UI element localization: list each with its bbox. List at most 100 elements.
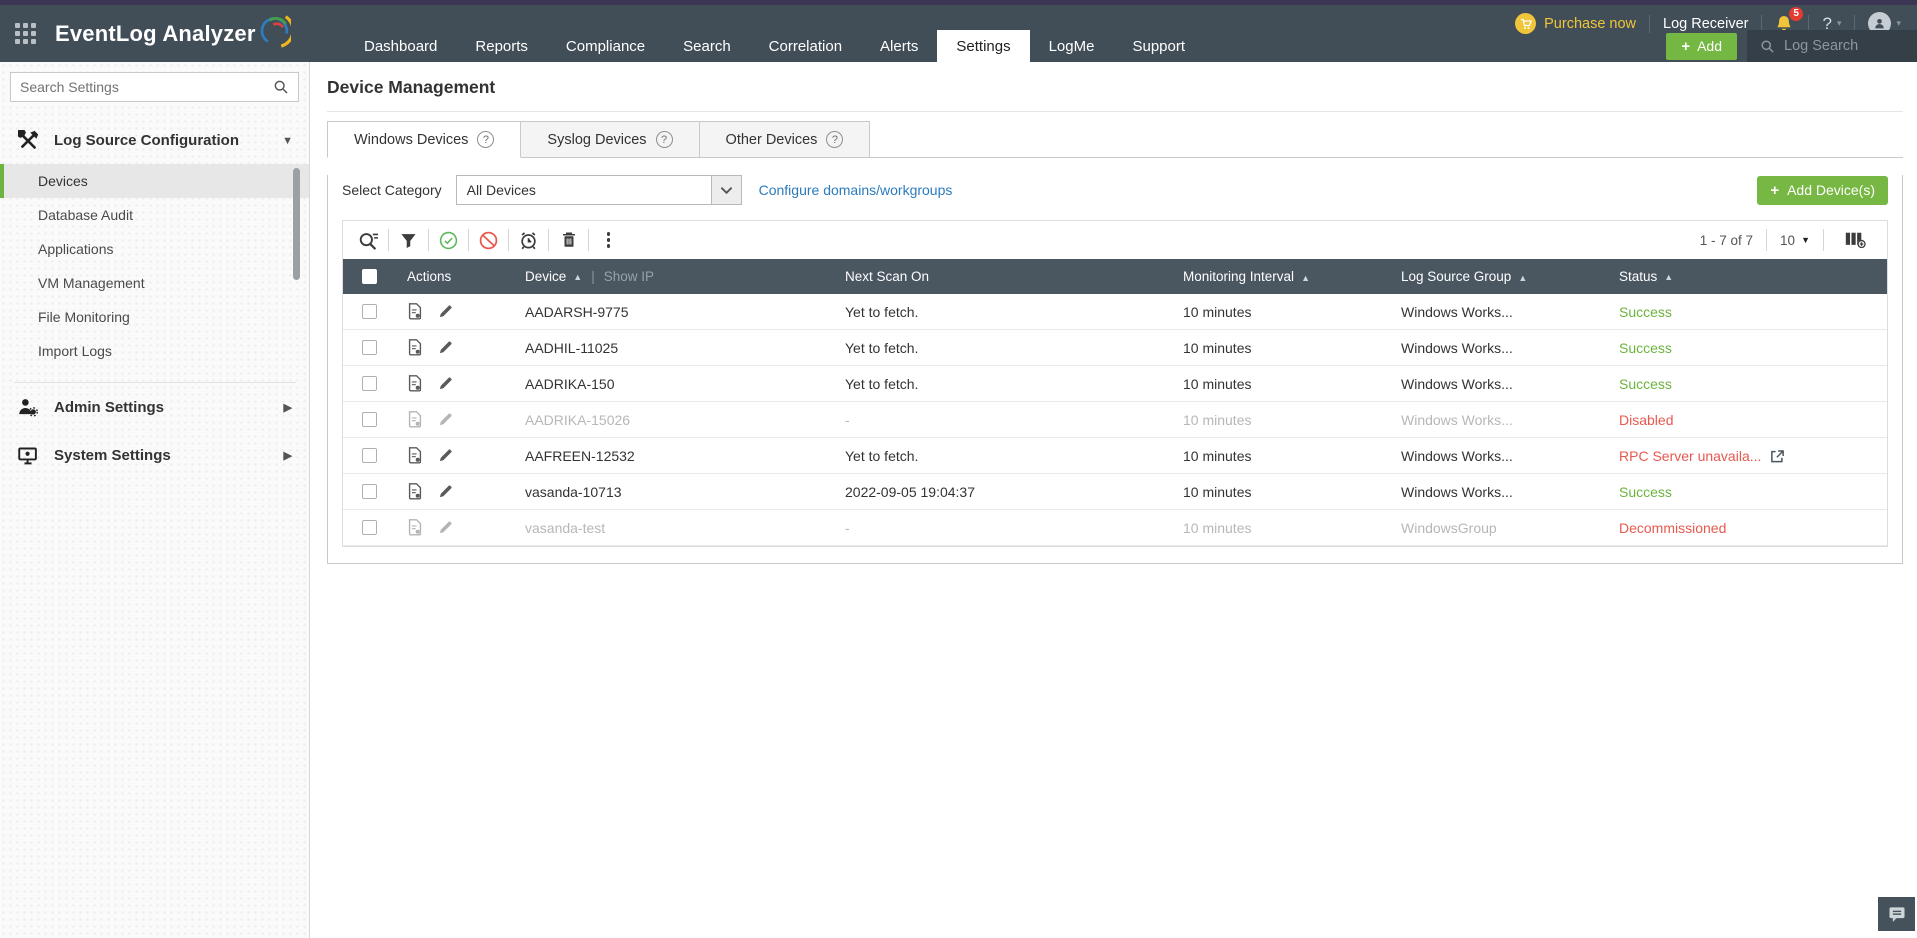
purchase-now-button[interactable]: Purchase now [1515, 13, 1636, 34]
sort-asc-icon[interactable]: ▲ [1301, 273, 1310, 283]
sort-asc-icon[interactable]: ▲ [1664, 272, 1673, 282]
header-divider: | [591, 269, 595, 284]
page-size-select[interactable]: 10 ▼ [1780, 233, 1810, 248]
show-ip-toggle[interactable]: Show IP [604, 269, 654, 284]
settings-search-input[interactable] [20, 79, 273, 95]
edit-pencil-icon[interactable] [438, 412, 453, 427]
row-checkbox[interactable] [362, 448, 377, 463]
sidebar-item-database-audit[interactable]: Database Audit [0, 198, 309, 232]
edit-pencil-icon[interactable] [438, 520, 453, 535]
nav-item-alerts[interactable]: Alerts [861, 30, 937, 62]
nav-item-search[interactable]: Search [664, 30, 750, 62]
device-config-icon[interactable] [407, 447, 423, 464]
toolbar-divider [1823, 229, 1824, 251]
disable-button[interactable] [470, 227, 507, 253]
edit-pencil-icon[interactable] [438, 304, 453, 319]
sidebar-item-devices[interactable]: Devices [0, 164, 309, 198]
sort-asc-icon[interactable]: ▲ [1518, 273, 1527, 283]
settings-search-box [10, 72, 299, 102]
edit-pencil-icon[interactable] [438, 376, 453, 391]
device-name[interactable]: AAFREEN-12532 [513, 448, 833, 464]
row-checkbox[interactable] [362, 412, 377, 427]
sidebar-section-log-source-configuration[interactable]: Log Source Configuration ▼ [0, 112, 309, 164]
row-checkbox[interactable] [362, 340, 377, 355]
device-config-icon[interactable] [407, 411, 423, 428]
external-link-icon[interactable] [1770, 449, 1785, 463]
tab-windows-devices[interactable]: Windows Devices ? [327, 121, 521, 158]
row-checkbox[interactable] [362, 520, 377, 535]
edit-pencil-icon[interactable] [438, 340, 453, 355]
tab-label: Syslog Devices [547, 132, 646, 148]
scan-schedule-button[interactable] [510, 227, 547, 253]
nav-item-reports[interactable]: Reports [456, 30, 547, 62]
tab-other-devices[interactable]: Other Devices ? [700, 121, 871, 158]
advanced-search-button[interactable] [350, 227, 387, 253]
category-select[interactable]: All Devices [456, 175, 742, 205]
sidebar-item-vm-management[interactable]: VM Management [0, 266, 309, 300]
device-name[interactable]: AADRIKA-15026 [513, 412, 833, 428]
filter-button[interactable] [390, 227, 427, 253]
device-management-page: Device Management Windows Devices ? Sysl… [311, 62, 1917, 938]
nav-item-logme[interactable]: LogMe [1030, 30, 1114, 62]
nav-item-dashboard[interactable]: Dashboard [345, 30, 456, 62]
sidebar-section-system-settings[interactable]: System Settings ▶ [0, 431, 309, 479]
apps-grid-icon[interactable] [15, 23, 36, 44]
log-search-button[interactable]: Log Search [1747, 30, 1917, 62]
interval-value: 10 minutes [1171, 448, 1389, 464]
nav-item-correlation[interactable]: Correlation [750, 30, 861, 62]
nav-item-compliance[interactable]: Compliance [547, 30, 664, 62]
device-config-icon[interactable] [407, 303, 423, 320]
sidebar-item-applications[interactable]: Applications [0, 232, 309, 266]
sidebar-scrollbar[interactable] [293, 168, 300, 280]
help-icon[interactable]: ? [477, 131, 494, 148]
device-name[interactable]: vasanda-test [513, 520, 833, 536]
column-header-group[interactable]: Log Source Group [1401, 269, 1511, 284]
column-header-status[interactable]: Status [1619, 269, 1657, 284]
enable-button[interactable] [430, 227, 467, 253]
device-config-icon[interactable] [407, 339, 423, 356]
device-config-icon[interactable] [407, 375, 423, 392]
device-name[interactable]: AADRIKA-150 [513, 376, 833, 392]
edit-pencil-icon[interactable] [438, 484, 453, 499]
app-header: EventLog Analyzer Dashboard Reports Comp… [0, 5, 1917, 62]
device-name[interactable]: vasanda-10713 [513, 484, 833, 500]
sort-asc-icon[interactable]: ▲ [573, 272, 582, 282]
tab-label: Other Devices [726, 132, 818, 148]
devices-grid: 1 - 7 of 7 10 ▼ [342, 220, 1888, 547]
column-header-interval[interactable]: Monitoring Interval [1183, 269, 1294, 284]
select-dropdown-button[interactable] [711, 176, 741, 204]
sidebar-section-admin-settings[interactable]: Admin Settings ▶ [0, 383, 309, 431]
more-actions-button[interactable] [590, 227, 627, 253]
feedback-chat-button[interactable] [1878, 897, 1915, 931]
nav-item-support[interactable]: Support [1113, 30, 1204, 62]
column-chooser-button[interactable] [1837, 227, 1874, 253]
column-header-device[interactable]: Device [525, 269, 566, 284]
row-checkbox[interactable] [362, 484, 377, 499]
add-device-button[interactable]: + Add Device(s) [1757, 176, 1888, 205]
row-checkbox[interactable] [362, 304, 377, 319]
help-icon[interactable]: ? [656, 131, 673, 148]
device-config-icon[interactable] [407, 483, 423, 500]
status-badge: Decommissioned [1619, 520, 1726, 536]
help-icon[interactable]: ? [826, 131, 843, 148]
select-all-checkbox[interactable] [362, 269, 377, 284]
tab-syslog-devices[interactable]: Syslog Devices ? [521, 121, 699, 158]
sidebar-section-label: Admin Settings [54, 399, 164, 416]
search-icon[interactable] [273, 79, 289, 95]
sidebar-item-file-monitoring[interactable]: File Monitoring [0, 300, 309, 334]
device-name[interactable]: AADHIL-11025 [513, 340, 833, 356]
interval-value: 10 minutes [1171, 484, 1389, 500]
edit-pencil-icon[interactable] [438, 448, 453, 463]
next-scan-value: Yet to fetch. [833, 376, 1171, 392]
device-config-icon[interactable] [407, 519, 423, 536]
app-logo[interactable]: EventLog Analyzer [55, 19, 291, 49]
block-icon [479, 231, 498, 250]
nav-item-settings[interactable]: Settings [937, 30, 1029, 62]
row-checkbox[interactable] [362, 376, 377, 391]
sidebar-item-import-logs[interactable]: Import Logs [0, 334, 309, 368]
configure-domains-link[interactable]: Configure domains/workgroups [759, 182, 953, 198]
delete-button[interactable] [550, 227, 587, 253]
column-header-next-scan[interactable]: Next Scan On [833, 269, 1171, 284]
global-add-button[interactable]: + Add [1666, 33, 1737, 60]
device-name[interactable]: AADARSH-9775 [513, 304, 833, 320]
